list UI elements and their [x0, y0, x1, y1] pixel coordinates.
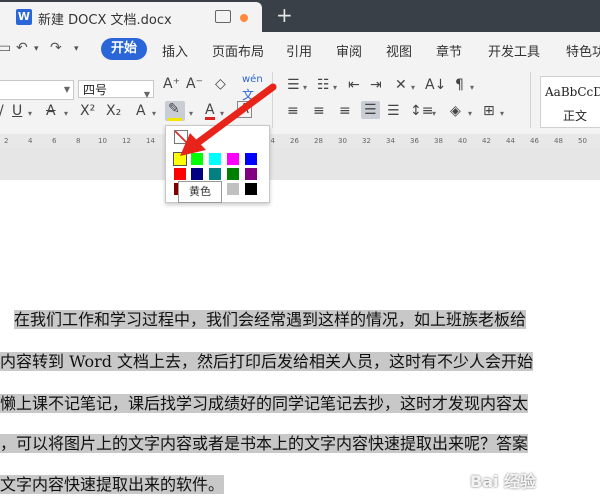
annotation-arrow — [180, 83, 277, 156]
